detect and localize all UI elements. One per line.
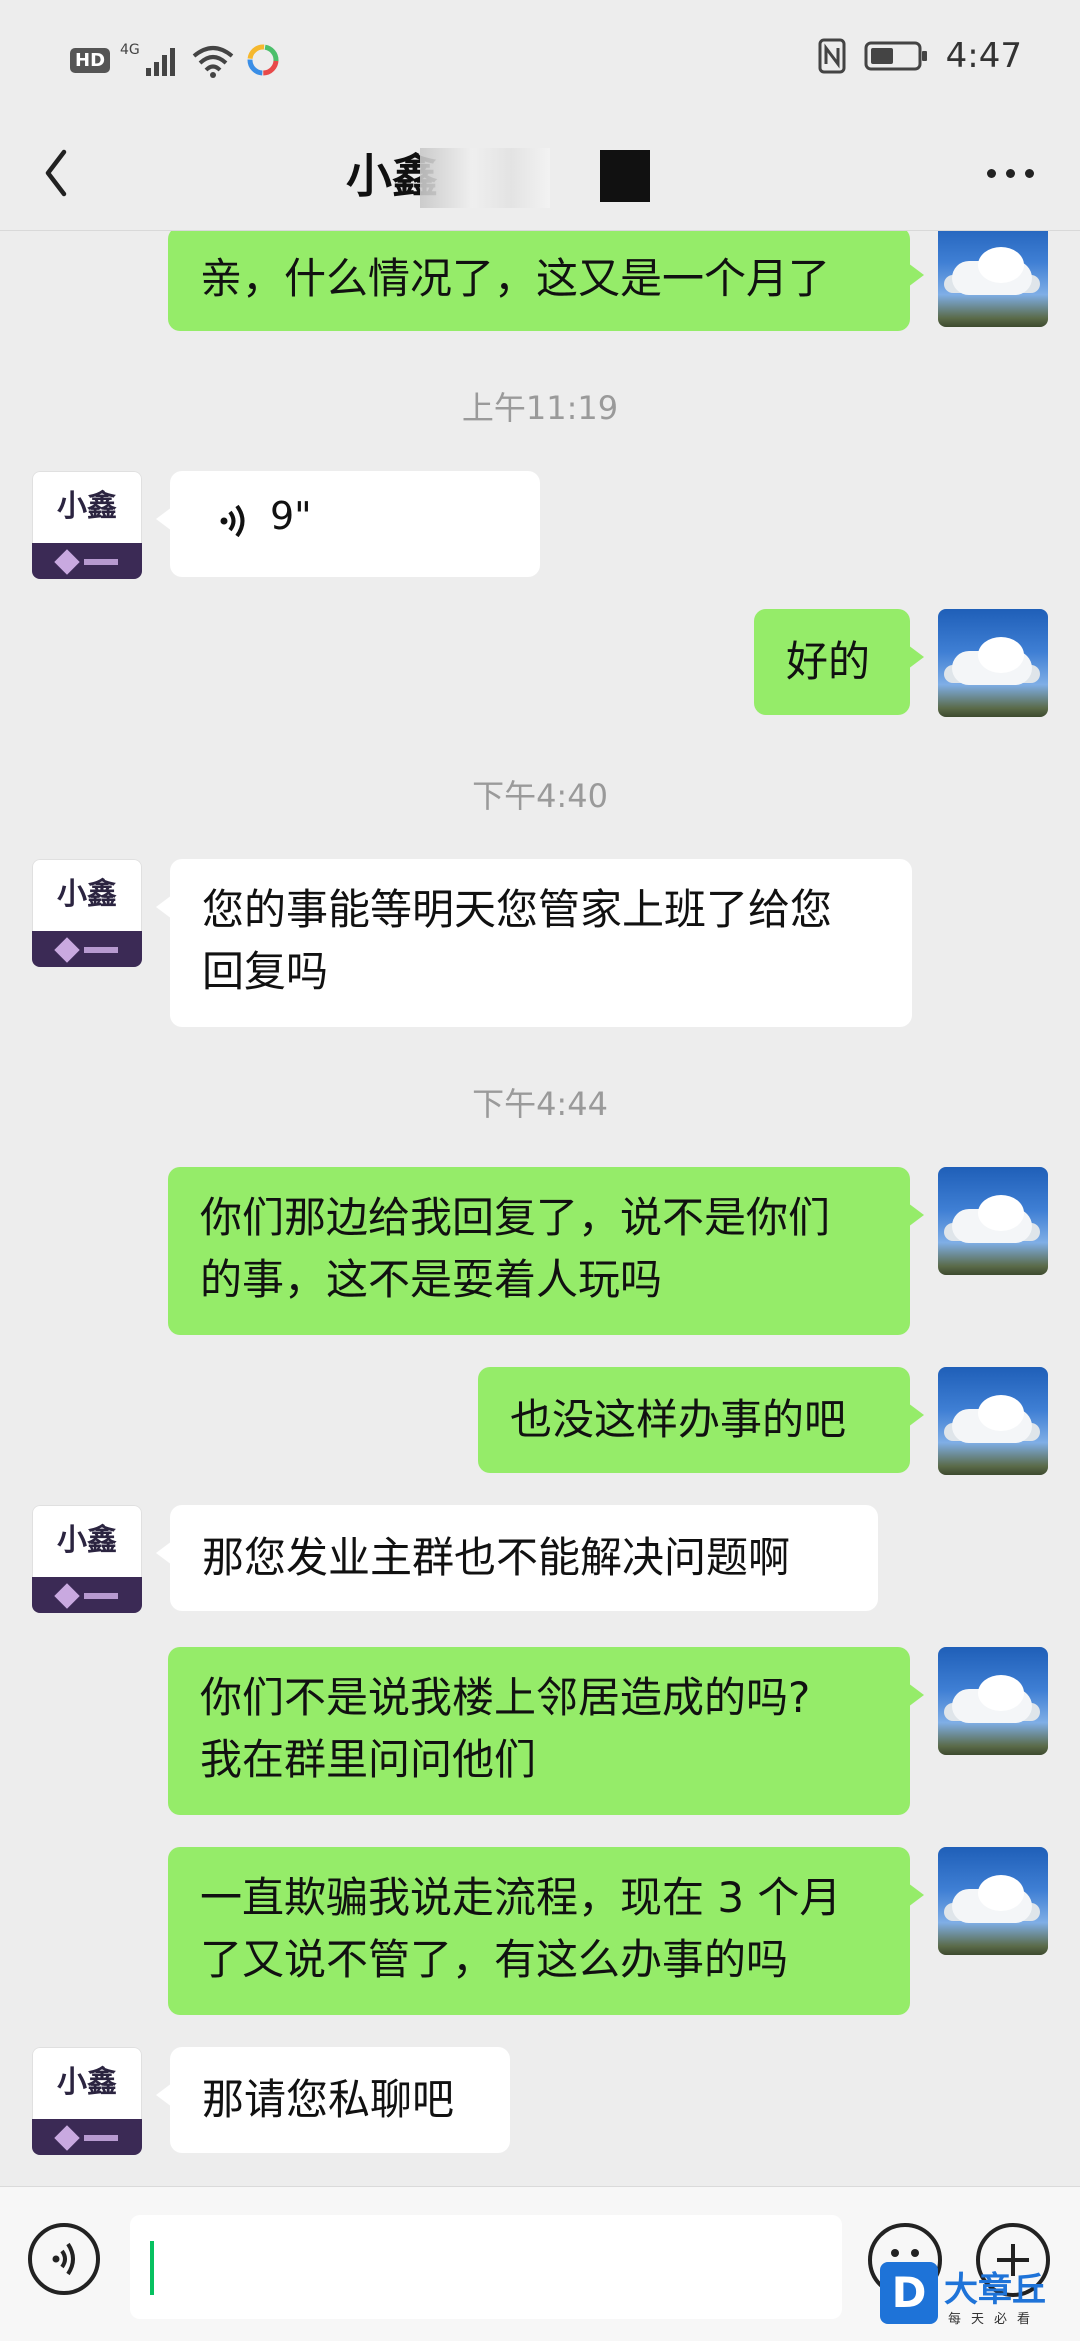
my-avatar[interactable] bbox=[938, 231, 1048, 327]
voice-toggle-icon bbox=[52, 2242, 75, 2276]
more-dot bbox=[1005, 168, 1015, 178]
message-bubble-sent[interactable]: 你们不是说我楼上邻居造成的吗? 我在群里问问他们 bbox=[168, 1647, 924, 1815]
message-bubble-sent[interactable]: 亲，什么情况了，这又是一个月了 bbox=[168, 231, 924, 331]
contact-avatar[interactable]: 小鑫 bbox=[32, 1505, 142, 1613]
more-dot bbox=[986, 168, 996, 178]
chat-header: 小鑫 bbox=[0, 120, 1080, 231]
message-bubble-received[interactable]: 那请您私聊吧 bbox=[156, 2047, 510, 2153]
avatar-logo-text: 小鑫 bbox=[57, 1523, 117, 1558]
message-line: 我在群里问问他们 bbox=[200, 1735, 537, 1784]
message-line: 你们不是说我楼上邻居造成的吗? bbox=[200, 1673, 811, 1722]
signal-icon: 4G bbox=[120, 42, 176, 76]
battery-icon bbox=[864, 41, 927, 71]
contact-avatar[interactable]: 小鑫 bbox=[32, 471, 142, 579]
watermark-tagline: 每天必看 bbox=[948, 2312, 1041, 2327]
nfc-icon bbox=[818, 38, 846, 74]
avatar-logo-text: 小鑫 bbox=[57, 489, 117, 524]
avatar-logo-text: 小鑫 bbox=[57, 2065, 117, 2100]
timestamp: 下午4:44 bbox=[472, 1085, 608, 1123]
voice-message-bubble[interactable]: 9" bbox=[156, 471, 540, 577]
message-input[interactable] bbox=[130, 2215, 842, 2319]
message-bubble-sent[interactable]: 一直欺骗我说走流程，现在 3 个月 了又说不管了，有这么办事的吗 bbox=[168, 1847, 924, 2015]
more-dot bbox=[1024, 168, 1034, 178]
timestamp: 下午4:40 bbox=[472, 777, 608, 815]
message-bubble-sent[interactable]: 你们那边给我回复了，说不是你们 的事，这不是耍着人玩吗 bbox=[168, 1167, 924, 1335]
contact-avatar[interactable]: 小鑫 bbox=[32, 859, 142, 967]
more-button[interactable] bbox=[970, 138, 1050, 208]
text-caret bbox=[150, 2241, 154, 2295]
my-avatar[interactable] bbox=[938, 1167, 1048, 1275]
network-type: 4G bbox=[120, 42, 140, 58]
chat-area[interactable]: 亲，什么情况了，这又是一个月了 上午11:19 小鑫 9" 好的 下午4:40 … bbox=[0, 231, 1080, 2186]
my-avatar[interactable] bbox=[938, 1647, 1048, 1755]
watermark-logo: D bbox=[880, 2262, 938, 2324]
contact-avatar[interactable]: 小鑫 bbox=[32, 2047, 142, 2155]
watermark-name: 大章丘 bbox=[944, 2270, 1046, 2310]
message-text: 那请您私聊吧 bbox=[202, 2075, 455, 2124]
voice-wave-icon bbox=[220, 504, 245, 538]
redaction-blur bbox=[420, 148, 550, 208]
avatar-logo-text: 小鑫 bbox=[57, 877, 117, 912]
message-line: 您的事能等明天您管家上班了给您 bbox=[202, 885, 833, 934]
message-line: 你们那边给我回复了，说不是你们 bbox=[200, 1193, 831, 1242]
back-button[interactable] bbox=[30, 138, 100, 208]
message-bubble-sent[interactable]: 也没这样办事的吧 bbox=[478, 1367, 924, 1473]
message-text: 那您发业主群也不能解决问题啊 bbox=[202, 1533, 791, 1582]
my-avatar[interactable] bbox=[938, 1847, 1048, 1955]
message-line: 回复吗 bbox=[202, 947, 329, 996]
status-time: 4:47 bbox=[945, 36, 1022, 76]
message-bubble-sent[interactable]: 好的 bbox=[754, 609, 924, 715]
message-text: 好的 bbox=[786, 637, 871, 686]
redaction-block bbox=[600, 150, 650, 202]
status-bar: HD 4G 4:47 bbox=[0, 0, 1080, 120]
watermark: D 大章丘 每天必看 bbox=[880, 2262, 1080, 2340]
message-line: 了又说不管了，有这么办事的吗 bbox=[200, 1935, 789, 1984]
wifi-icon bbox=[192, 46, 234, 78]
status-right: 4:47 bbox=[818, 36, 1022, 76]
message-line: 的事，这不是耍着人玩吗 bbox=[200, 1255, 663, 1304]
message-bubble-received[interactable]: 您的事能等明天您管家上班了给您 回复吗 bbox=[156, 859, 912, 1027]
message-bubble-received[interactable]: 那您发业主群也不能解决问题啊 bbox=[156, 1505, 878, 1611]
voice-toggle-button[interactable] bbox=[28, 2223, 100, 2295]
status-left: HD 4G bbox=[70, 40, 280, 80]
hd-badge: HD bbox=[70, 47, 111, 73]
chevron-left-icon bbox=[45, 149, 67, 197]
my-avatar[interactable] bbox=[938, 1367, 1048, 1475]
timestamp: 上午11:19 bbox=[461, 389, 619, 427]
my-avatar[interactable] bbox=[938, 609, 1048, 717]
message-text: 亲，什么情况了，这又是一个月了 bbox=[200, 254, 831, 303]
app-icon bbox=[247, 44, 279, 76]
message-text: 也没这样办事的吧 bbox=[510, 1395, 847, 1444]
voice-duration: 9" bbox=[270, 494, 312, 538]
message-line: 一直欺骗我说走流程，现在 3 个月 bbox=[200, 1873, 842, 1922]
